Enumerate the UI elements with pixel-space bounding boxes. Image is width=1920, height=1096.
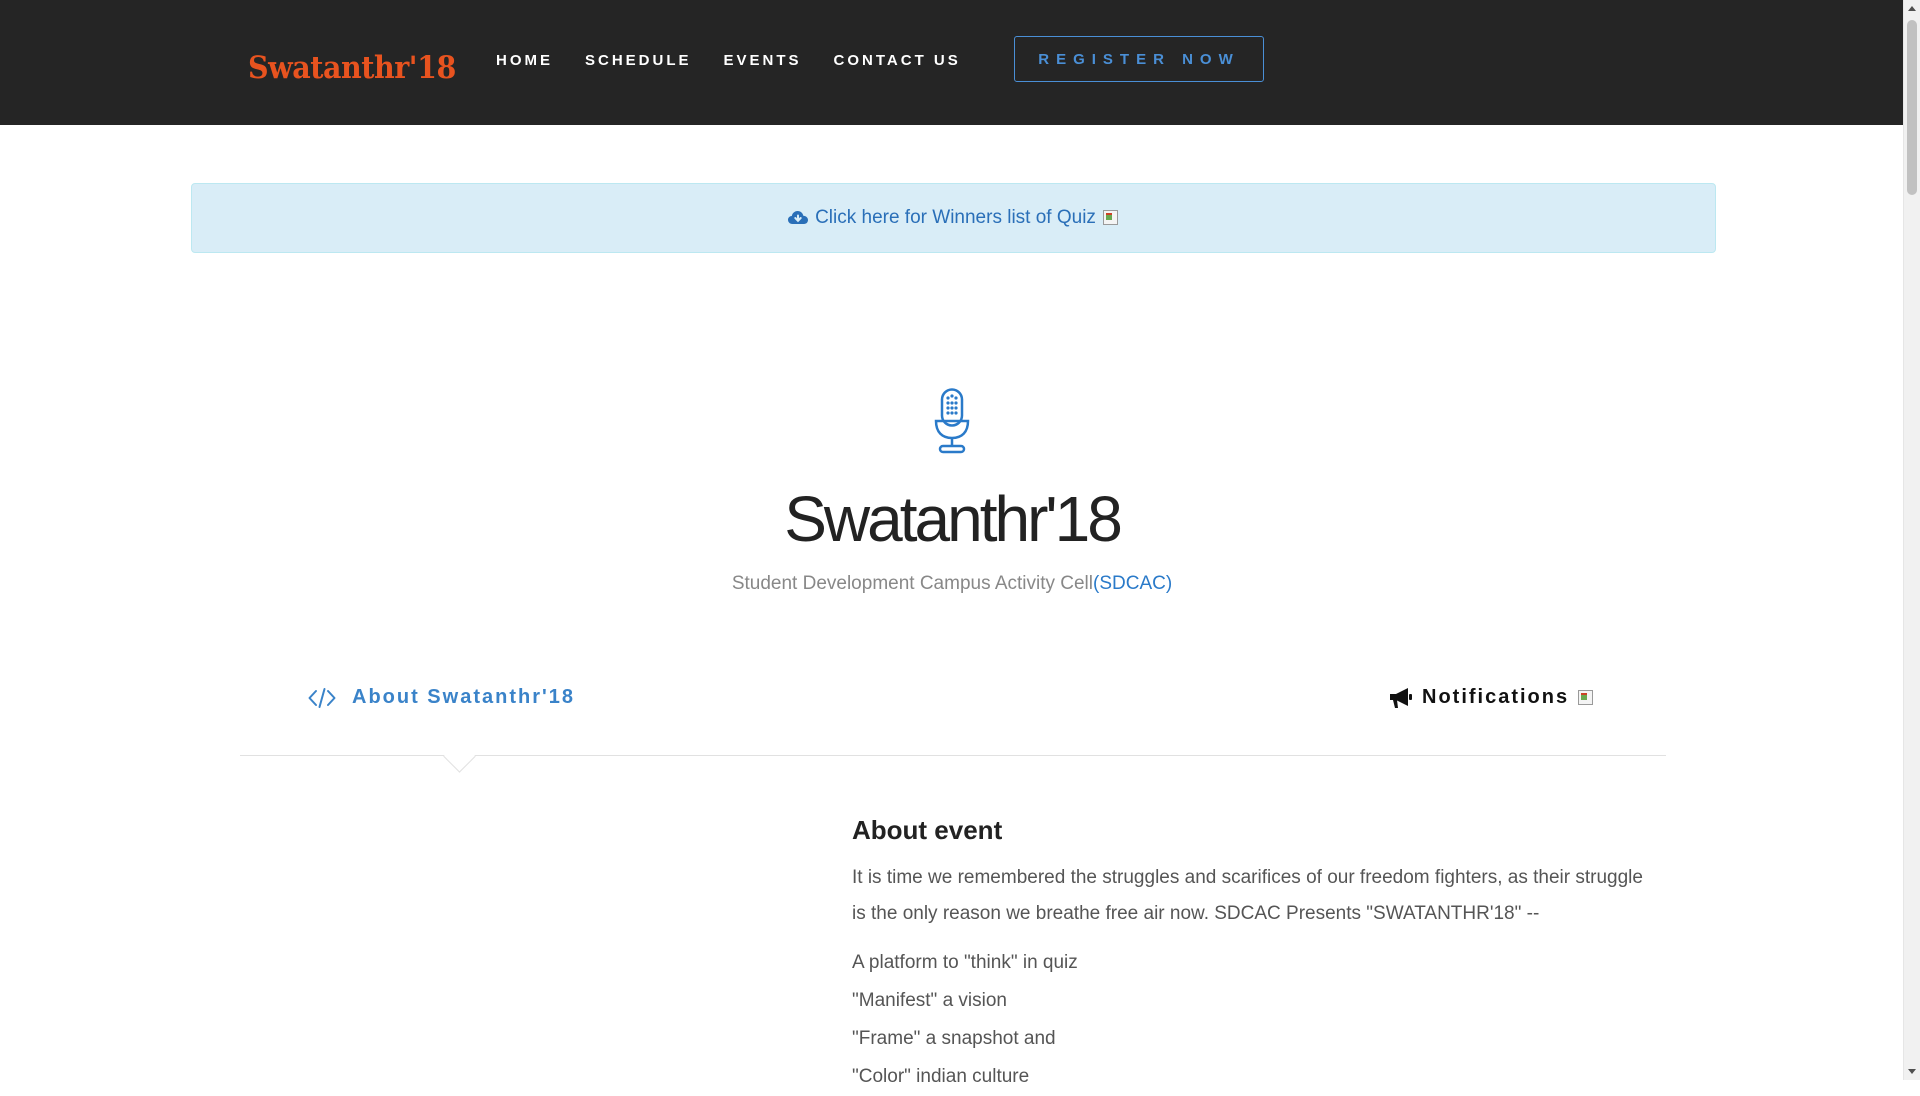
about-event-intro: It is time we remembered the struggles a… xyxy=(852,867,1643,924)
hero-subtitle-acronym: (SDCAC) xyxy=(1093,573,1173,594)
main-nav: HOME SCHEDULE EVENTS CONTACT US xyxy=(496,52,961,69)
hero-title: Swatanthr'18 xyxy=(784,483,1123,555)
scroll-up-arrow-icon[interactable] xyxy=(1908,6,1916,11)
scrollbar-thumb[interactable] xyxy=(1907,20,1917,195)
tab-notifications[interactable]: Notifications xyxy=(1388,686,1595,709)
about-event-line: "Manifest" a vision xyxy=(852,990,1007,1011)
scroll-down-arrow-icon[interactable] xyxy=(1908,1069,1916,1074)
tab-about-label: About Swatanthr'18 xyxy=(352,686,575,708)
code-icon xyxy=(308,687,336,708)
nav-events[interactable]: EVENTS xyxy=(724,52,802,69)
about-event-section: About event It is time we remembered the… xyxy=(852,815,1652,1096)
nav-home[interactable]: HOME xyxy=(496,52,553,69)
about-event-heading: About event xyxy=(852,815,1003,845)
winners-alert: Click here for Winners list of Quiz xyxy=(191,183,1716,253)
hero-subtitle: Student Development Campus Activity Cell… xyxy=(0,573,1904,595)
winners-list-link[interactable]: Click here for Winners list of Quiz xyxy=(787,207,1120,229)
broken-image-icon xyxy=(1577,688,1595,708)
cloud-download-icon xyxy=(788,211,809,224)
broken-image-icon xyxy=(1102,208,1120,228)
bullhorn-icon xyxy=(1390,687,1412,708)
top-navbar: Swatanthr'18 HOME SCHEDULE EVENTS CONTAC… xyxy=(0,0,1904,125)
tab-notifications-label: Notifications xyxy=(1422,686,1570,708)
hero-subtitle-text: Student Development Campus Activity Cell xyxy=(731,573,1093,594)
page-scrollbar[interactable] xyxy=(1903,0,1920,1080)
microphone-icon xyxy=(934,388,970,454)
about-event-line: A platform to "think" in quiz xyxy=(852,952,1078,973)
tab-about[interactable]: About Swatanthr'18 xyxy=(308,686,575,709)
winners-list-text: Click here for Winners list of Quiz xyxy=(815,207,1096,228)
about-event-line: "Frame" a snapshot and xyxy=(852,1028,1056,1049)
about-event-line: "Color" indian culture xyxy=(852,1066,1030,1087)
register-now-button[interactable]: REGISTER NOW xyxy=(1014,36,1264,82)
site-logo[interactable]: Swatanthr'18 xyxy=(248,50,456,86)
nav-schedule[interactable]: SCHEDULE xyxy=(585,52,692,69)
nav-contact-us[interactable]: CONTACT US xyxy=(834,52,961,69)
active-tab-indicator xyxy=(443,740,476,773)
